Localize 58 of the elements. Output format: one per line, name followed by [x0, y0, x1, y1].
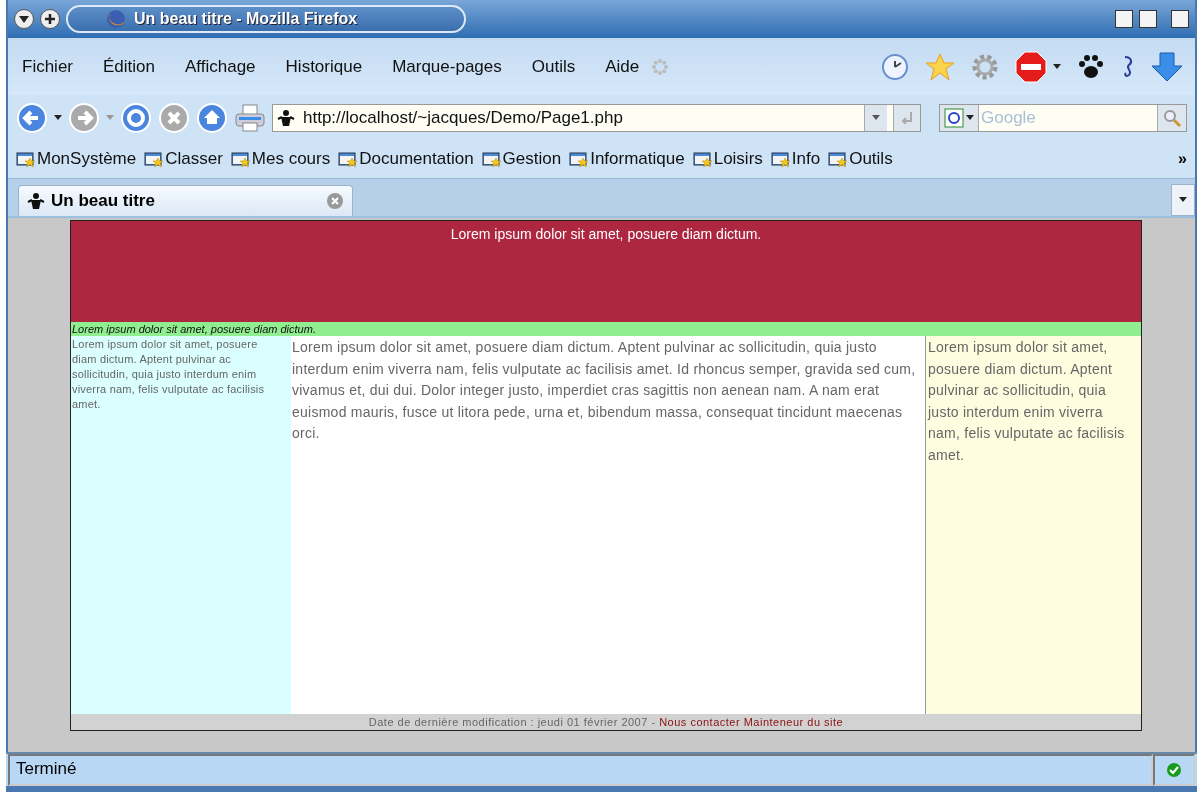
home-icon[interactable]	[196, 101, 228, 134]
close-icon[interactable]	[326, 192, 344, 210]
caret-icon[interactable]	[1053, 63, 1061, 70]
bookmark-folder[interactable]: Classer	[144, 149, 223, 169]
caret-icon	[1179, 197, 1187, 203]
plus-icon	[45, 14, 55, 24]
footer-text: Date de dernière modification : jeudi 01 février 2007 -	[368, 716, 656, 728]
bookmark-folder[interactable]: Gestion	[481, 149, 562, 169]
browser-tab[interactable]: Un beau titre	[18, 185, 353, 216]
window-menu-button[interactable]	[14, 9, 34, 29]
printer-icon[interactable]	[234, 102, 266, 133]
stop-sign-icon[interactable]	[1015, 50, 1047, 83]
menu-item[interactable]: Affichage	[183, 52, 258, 81]
menu-item[interactable]: Outils	[529, 52, 578, 81]
footer-link[interactable]: Mainteneur du site	[743, 716, 844, 728]
back-icon[interactable]	[16, 101, 48, 134]
figure-icon	[277, 108, 295, 127]
right-column-text: Lorem ipsum dolor sit amet, posuere diam dictum. Aptent pulvinar ac sollicitudin, quia justo interdum enim viverra nam, felis vulputate ac facilisis amet.	[926, 336, 1141, 714]
clock-icon[interactable]	[881, 52, 909, 81]
caret-icon[interactable]	[54, 114, 62, 121]
menu-item[interactable]: Aide	[603, 52, 642, 81]
down-arrow-icon[interactable]	[1151, 50, 1183, 83]
bookmark-folder[interactable]: Informatique	[569, 149, 685, 169]
caret-icon[interactable]	[872, 114, 880, 121]
bookmark-folder[interactable]: Mes cours	[230, 149, 331, 169]
paw-icon[interactable]	[1077, 52, 1105, 81]
caret-icon[interactable]	[966, 114, 974, 121]
menu-item[interactable]: Marque-pages	[390, 52, 504, 81]
address-field[interactable]: http://localhost/~jacques/Demo/Page1.php	[301, 106, 858, 129]
menu-item[interactable]: Historique	[283, 52, 365, 81]
minimize-button[interactable]	[1115, 10, 1133, 28]
bookmark-folder[interactable]: Info	[770, 149, 821, 169]
main-column-text: Lorem ipsum dolor sit amet, posuere diam dictum. Aptent pulvinar ac sollicitudin, quia justo interdum enim viverra nam, felis vulputate ac facilisis amet. Id rhoncus semper, gravida sed cum, vivamus et, dui dui. Dolor integer justo, imperdiet cras sagittis non aenean nam. A nam erat euismod mauris, fusce ut litora pede, urna et, bibendum massa, consequat tincidunt maecenas orci.	[291, 336, 926, 714]
menu-item[interactable]: Édition	[101, 52, 157, 81]
bookmark-folder[interactable]: Outils	[828, 149, 893, 169]
spinner-icon	[651, 57, 670, 76]
close-button[interactable]	[1171, 10, 1189, 28]
search-field[interactable]: Google	[979, 106, 1157, 129]
menu-item[interactable]: Fichier	[20, 52, 75, 81]
bookmark-folder[interactable]: Loisirs	[692, 149, 763, 169]
window-add-button[interactable]	[40, 9, 60, 29]
maximize-button[interactable]	[1139, 10, 1157, 28]
tab-list-button[interactable]	[1171, 184, 1195, 216]
search-bar[interactable]: Google	[939, 103, 1187, 132]
star-icon[interactable]	[925, 52, 955, 81]
left-column-text: Lorem ipsum dolor sit amet, posuere diam dictum. Aptent pulvinar ac sollicitudin, quia justo interdum enim viverra nam, felis vulputate ac facilisis amet.	[71, 336, 291, 714]
bookmark-folder[interactable]: Documentation	[338, 149, 474, 169]
figure-icon	[27, 192, 45, 210]
status-text: Terminé	[8, 754, 1153, 786]
bookmark-folder[interactable]: MonSystème	[16, 149, 137, 169]
more-bookmarks-button[interactable]: »	[1178, 150, 1187, 168]
address-bar[interactable]: http://localhost/~jacques/Demo/Page1.php	[272, 103, 921, 132]
check-icon	[1166, 762, 1182, 778]
footer-link[interactable]: Nous contacter	[659, 716, 741, 728]
subheader-text: Lorem ipsum dolor sit amet, posuere diam dictum.	[71, 322, 1141, 336]
header-text: Lorem ipsum dolor sit amet, posuere diam dictum.	[450, 226, 762, 242]
window-title: Un beau titre - Mozilla Firefox	[134, 10, 358, 28]
caret-icon	[19, 15, 29, 23]
